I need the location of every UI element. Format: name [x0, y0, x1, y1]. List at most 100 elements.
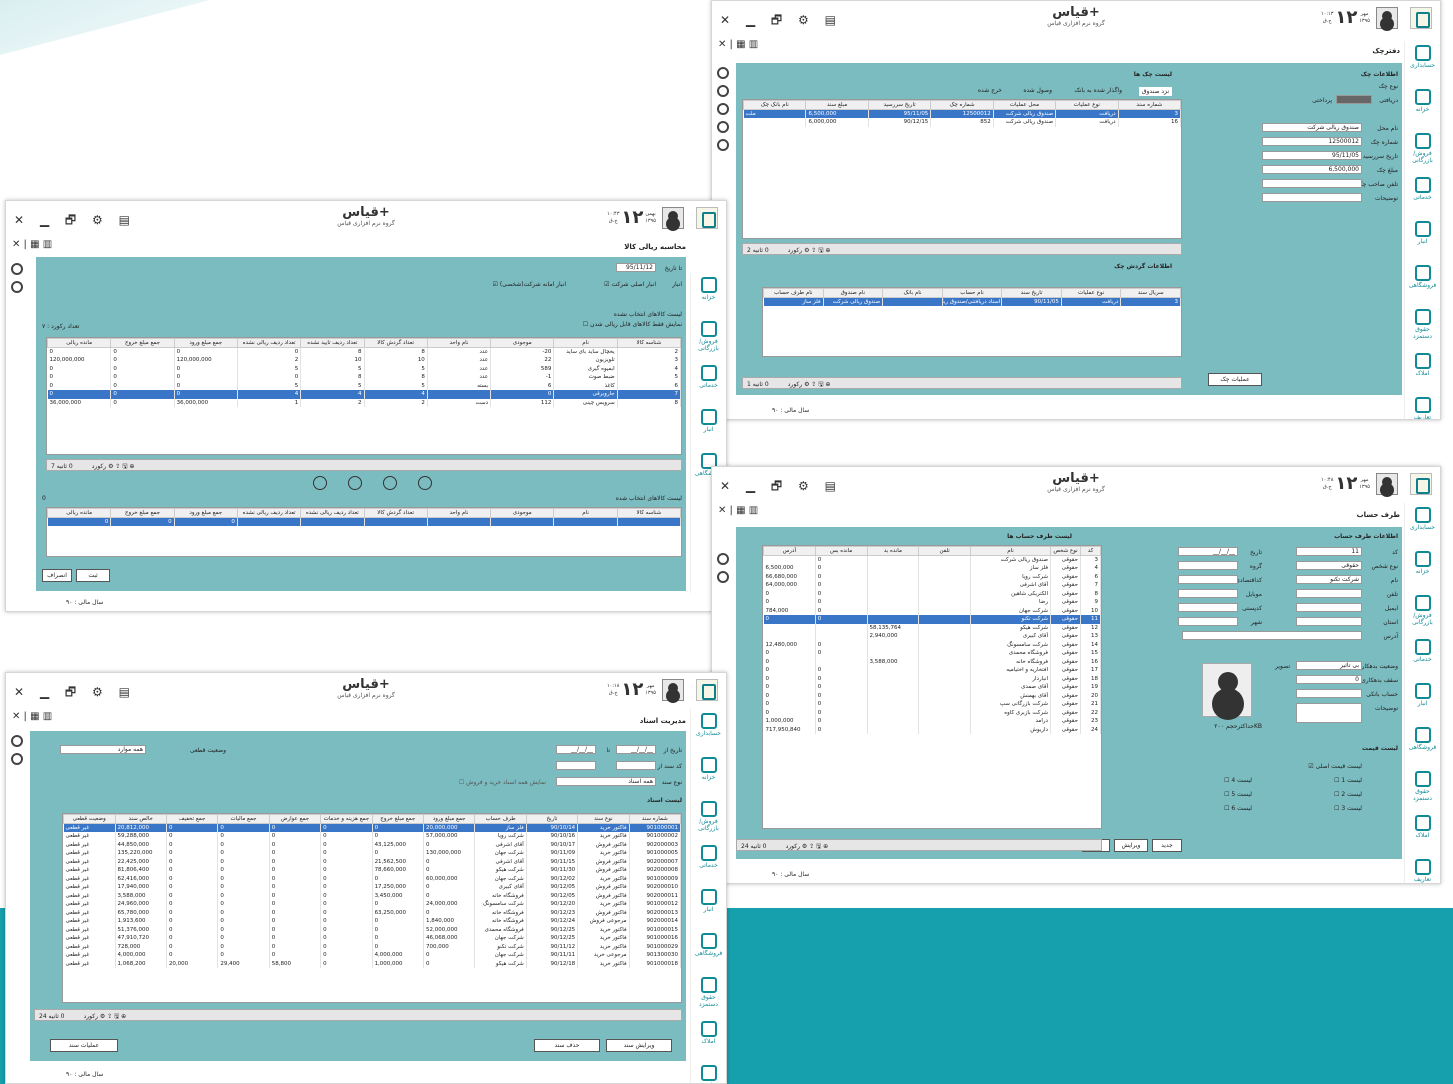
table-row[interactable]: 4 حقوقی فلز ساز 0 6,500,000: [763, 564, 1101, 573]
table-row[interactable]: 9 حقوقی رضا 0 0: [763, 598, 1101, 607]
table-row[interactable]: 901000029 فاکتور خرید 90/11/12 شرکت تکنو 700…: [63, 942, 681, 951]
toolbar[interactable]: ✕ | ▦ ▥: [6, 711, 726, 727]
cancel-button[interactable]: انصراف: [42, 569, 72, 582]
table-row[interactable]: 7 جاروبرقی 0 4 4 4 0 0 0: [47, 390, 681, 399]
table-row[interactable]: 902000014 مرجوعی فروش 90/12/24 فروشگاه خانه…: [63, 917, 681, 926]
table-row[interactable]: 902000013 فاکتور فروش 90/12/23 فروشگاه خانه…: [63, 908, 681, 917]
table-row[interactable]: 3 دریافت صندوق ریالی شرکت 12500012 95/11/05 6…: [743, 109, 1181, 118]
group-select[interactable]: [1178, 561, 1238, 570]
table-row[interactable]: 3 حقوقی صندوق ریالی شرکت 0: [763, 555, 1101, 564]
table-row[interactable]: 901000009 فاکتور خرید 90/12/02 شرکت جهان 60,…: [63, 874, 681, 883]
sidebar-item-estate[interactable]: املاک: [1405, 815, 1440, 855]
province-select[interactable]: [1296, 617, 1362, 626]
tab-spent[interactable]: خرج شده: [978, 87, 1002, 94]
table-row[interactable]: 901000016 فاکتور خرید 90/12/25 شرکت جهان 46,…: [63, 934, 681, 943]
document-icon[interactable]: [11, 753, 23, 765]
sidebar-item-warehouse[interactable]: انبار: [1405, 221, 1440, 261]
date-from-field[interactable]: __/__/__: [616, 745, 656, 754]
doc-type-select[interactable]: همه اسناد: [556, 777, 656, 786]
sidebar-item-warehouse[interactable]: انبار: [691, 409, 726, 449]
table-row[interactable]: 12 حقوقی شرکت هیکو 58,135,764: [763, 623, 1101, 632]
documents-grid[interactable]: شماره سند نوع سند تاریخ طرف حساب جمع مبلغ ور…: [62, 813, 682, 1003]
tab-in-fund[interactable]: نزد صندوق: [1138, 87, 1172, 96]
table-row[interactable]: 24 حقوقی داریوش 0 717,950,840: [763, 725, 1101, 734]
sidebar-item-payroll[interactable]: حقوق دستمزد: [691, 977, 726, 1017]
table-row[interactable]: 10 حقوقی شرکت جهان 0 784,000: [763, 606, 1101, 615]
table-row[interactable]: 2 یخچال ساید بای ساید 20- عدد 8 8 0 0 0 0: [47, 347, 681, 356]
table-row[interactable]: 15 حقوقی فروشگاه محمدی 0 0: [763, 649, 1101, 658]
price-main-checkbox[interactable]: ☑ لیست قیمت اصلی: [1308, 763, 1362, 770]
sidebar-item-estate[interactable]: املاک: [1405, 353, 1440, 393]
sidebar-item-treasury[interactable]: خزانه: [691, 277, 726, 317]
move-down-icon[interactable]: [383, 476, 397, 490]
refresh-icon[interactable]: [11, 735, 23, 747]
label-paid[interactable]: پرداختی: [1312, 97, 1332, 104]
price-4-checkbox[interactable]: ☐ لیست 4: [1224, 777, 1252, 784]
table-row[interactable]: 902000011 فاکتور فروش 90/12/05 فروشگاه خانه…: [63, 891, 681, 900]
city-select[interactable]: [1178, 617, 1238, 626]
table-row[interactable]: 21 حقوقی شرکت بازرگانی سپ 0 0: [763, 700, 1101, 709]
sidebar-item-general[interactable]: تعاریف عمومی: [1405, 859, 1440, 883]
edit-button[interactable]: ویرایش: [1114, 839, 1148, 852]
table-row[interactable]: 14 حقوقی شرکت سامسونگ 0 12,480,000: [763, 640, 1101, 649]
party-list-grid[interactable]: کد نوع شخص نام تلفن مانده بد مانده بس آدرس 3 حق…: [762, 545, 1102, 829]
sidebar-item-sales[interactable]: فروش/بازرگانی: [691, 801, 726, 841]
home-icon[interactable]: [11, 281, 23, 293]
sidebar-item-treasury[interactable]: خزانه: [691, 757, 726, 797]
table-row[interactable]: 20 حقوقی آقای بهمنش 0 0: [763, 691, 1101, 700]
table-row[interactable]: 901000012 فاکتور خرید 90/12/20 شرکت سامسونگ…: [63, 900, 681, 909]
table-row[interactable]: 16 دریافت صندوق ریالی شرکت 852 90/12/15 6,000…: [743, 118, 1181, 127]
label-received[interactable]: دریافتی: [1379, 97, 1398, 104]
code-from-field[interactable]: [616, 761, 656, 770]
table-row[interactable]: 13 حقوقی آقای کبیری 2,940,000: [763, 632, 1101, 641]
sidebar-item-sales[interactable]: فروش/بازرگانی: [1405, 133, 1440, 173]
table-row[interactable]: 17 حقوقی افتخاریه و اختیامیه 0 0: [763, 666, 1101, 675]
table-row[interactable]: 22 حقوقی شرکت بازبری کاوه 0 0: [763, 708, 1101, 717]
move-up-icon[interactable]: [348, 476, 362, 490]
keyboard-icon[interactable]: [717, 103, 729, 115]
edit-doc-button[interactable]: ویرایش سند: [606, 1039, 672, 1052]
sidebar-item-store[interactable]: فروشگاهی: [691, 933, 726, 973]
sidebar-item-general[interactable]: تعاریف عمومی: [1405, 397, 1440, 419]
show-all-checkbox[interactable]: ☐ نمایش همه اسناد خرید و فروش: [459, 779, 546, 786]
sidebar-item-accounting[interactable]: حسابداری: [691, 713, 726, 753]
refresh-icon[interactable]: [717, 67, 729, 79]
store-private-checkbox[interactable]: ☑ انبار امانه شرکت(شخصی): [493, 281, 566, 288]
mobile-field[interactable]: [1178, 589, 1238, 598]
bank-account-field[interactable]: [1296, 689, 1362, 698]
sidebar-item-store[interactable]: فروشگاهی: [1405, 265, 1440, 305]
table-row[interactable]: 902000007 فاکتور فروش 90/11/15 آقای اشرفی 0 2…: [63, 857, 681, 866]
print-icon[interactable]: [717, 85, 729, 97]
table-row[interactable]: 901000001 فاکتور خرید 90/10/14 فلز ساز 20,00…: [63, 823, 681, 832]
desc-field[interactable]: [1262, 193, 1362, 202]
tab-to-bank[interactable]: واگذار شده به بانک: [1074, 87, 1122, 94]
postal-field[interactable]: [1178, 603, 1238, 612]
table-row[interactable]: 901000002 فاکتور خرید 90/10/16 شرکت رویا 57,…: [63, 832, 681, 841]
code-to-field[interactable]: [556, 761, 596, 770]
table-row[interactable]: 6 کاغذ 6 بسته 5 5 5 0 0 0: [47, 381, 681, 390]
sidebar-item-accounting[interactable]: حسابداری: [1405, 507, 1440, 547]
price-6-checkbox[interactable]: ☐ لیست 6: [1224, 805, 1252, 812]
debt-status-select[interactable]: بی تاثیر: [1296, 661, 1362, 670]
sidebar-item-general[interactable]: تعاریف عمومی: [691, 1065, 726, 1083]
toolbar[interactable]: ✕ | ▦ ▥: [712, 505, 1440, 521]
to-date-field[interactable]: 95/11/12: [616, 263, 656, 272]
sidebar-item-store[interactable]: فروشگاهی: [1405, 727, 1440, 767]
price-1-checkbox[interactable]: ☐ لیست 1: [1334, 777, 1362, 784]
price-2-checkbox[interactable]: ☐ لیست 2: [1334, 791, 1362, 798]
move-all-up-icon[interactable]: [313, 476, 327, 490]
table-row[interactable]: 8 حقوقی الکتریکی شاهین 0 0: [763, 589, 1101, 598]
user-avatar[interactable]: [662, 207, 684, 229]
user-avatar[interactable]: [1376, 473, 1398, 495]
sidebar-item-services[interactable]: خدماتی: [1405, 177, 1440, 217]
download-icon[interactable]: [717, 139, 729, 151]
sidebar-item-payroll[interactable]: حقوق دستمزد: [1405, 771, 1440, 811]
sidebar-item-services[interactable]: خدماتی: [691, 845, 726, 885]
chart-icon[interactable]: [717, 121, 729, 133]
table-row[interactable]: 901000005 فاکتور خرید 90/11/09 شرکت جهان 130…: [63, 849, 681, 858]
toolbar[interactable]: ✕ | ▦ ▥: [712, 39, 1440, 55]
table-row[interactable]: 902000010 فاکتور فروش 90/12/05 آقای کبیری 0 1…: [63, 883, 681, 892]
sidebar-item-estate[interactable]: املاک: [691, 1021, 726, 1061]
toolbar[interactable]: ✕ | ▦ ▥: [6, 239, 726, 255]
delete-doc-button[interactable]: حذف سند: [534, 1039, 600, 1052]
